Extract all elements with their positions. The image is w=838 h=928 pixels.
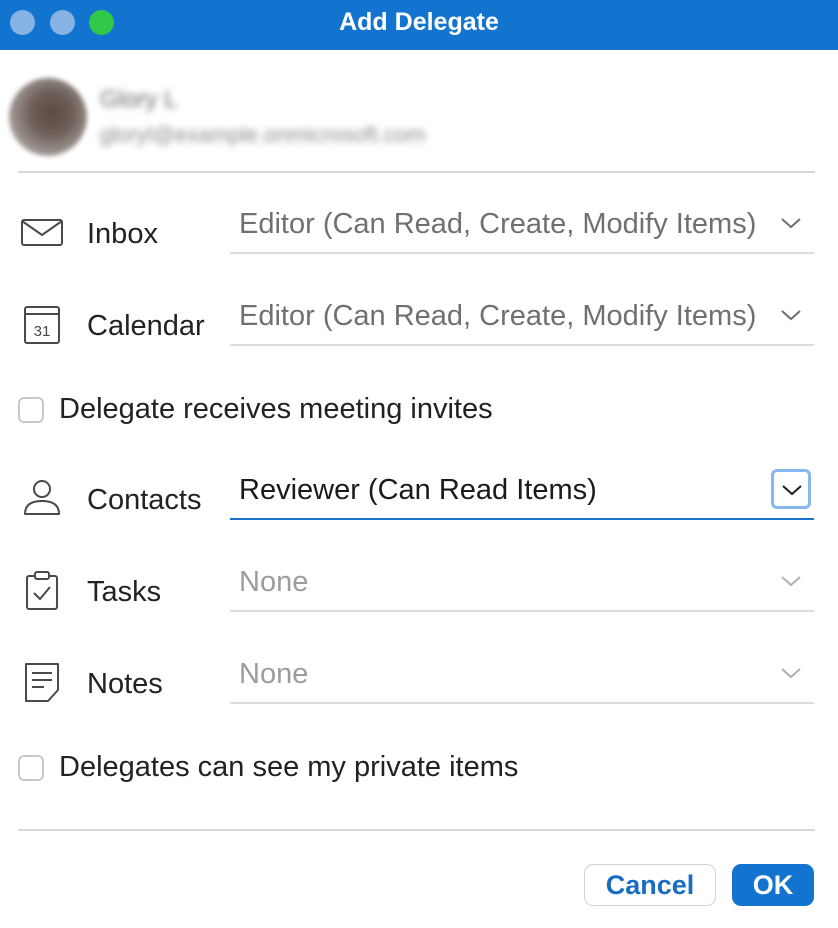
permission-row-calendar: 31 Calendar Editor (Can Read, Create, Mo… [0,288,838,358]
window-title: Add Delegate [339,8,499,36]
footer-divider [18,829,815,831]
calendar-label: Calendar [87,310,205,342]
meeting-invites-checkbox[interactable] [18,397,44,423]
contacts-permission-select[interactable]: Reviewer (Can Read Items) [230,462,814,520]
meeting-invites-label: Delegate receives meeting invites [59,393,493,425]
add-delegate-dialog: Add Delegate Glory L gloryl@example.onmi… [0,0,838,928]
inbox-permission-value: Editor (Can Read, Create, Modify Items) [239,208,757,240]
tasks-permission-select[interactable]: None [230,554,814,612]
notes-label: Notes [87,668,163,700]
clipboard-check-icon [26,571,58,610]
chevron-down-icon [781,218,801,229]
permission-row-inbox: Inbox Editor (Can Read, Create, Modify I… [0,196,838,266]
inbox-label: Inbox [87,218,158,250]
cancel-button[interactable]: Cancel [584,864,716,906]
person-icon [24,480,60,515]
inbox-permission-select[interactable]: Editor (Can Read, Create, Modify Items) [230,196,814,254]
notes-permission-select[interactable]: None [230,646,814,704]
calendar-icon: 31 [24,306,60,344]
chevron-down-icon [781,310,801,321]
contacts-permission-value: Reviewer (Can Read Items) [239,474,597,506]
permission-row-notes: Notes None [0,646,838,716]
note-icon [25,663,59,702]
tasks-label: Tasks [87,576,162,608]
private-items-checkbox[interactable] [18,755,44,781]
tasks-permission-value: None [239,566,309,598]
chevron-down-icon [782,485,802,496]
ok-button[interactable]: OK [732,864,814,906]
delegate-name: Glory L [100,86,178,113]
calendar-permission-value: Editor (Can Read, Create, Modify Items) [239,300,757,332]
chevron-down-icon [781,576,801,587]
delegate-email: gloryl@example.onmicrosoft.com [100,122,426,147]
contacts-label: Contacts [87,484,202,516]
notes-permission-value: None [239,658,309,690]
dropdown-toggle-button[interactable] [771,469,811,509]
avatar [9,78,87,156]
envelope-icon [21,219,63,246]
permission-row-tasks: Tasks None [0,554,838,624]
header-divider [18,171,815,173]
chevron-down-icon [781,668,801,679]
private-items-label: Delegates can see my private items [59,751,519,783]
permission-row-contacts: Contacts Reviewer (Can Read Items) [0,462,838,532]
calendar-icon-day: 31 [34,323,51,340]
title-bar: Add Delegate [0,0,838,50]
calendar-permission-select[interactable]: Editor (Can Read, Create, Modify Items) [230,288,814,346]
